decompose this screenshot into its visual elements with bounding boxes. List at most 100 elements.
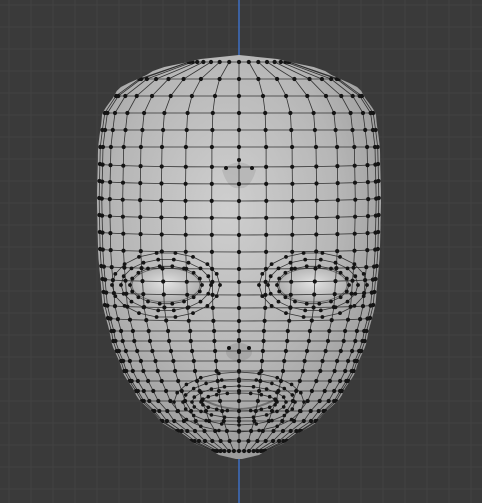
mesh-vertex[interactable] (236, 93, 242, 99)
mesh-vertex[interactable] (218, 283, 222, 287)
mesh-vertex[interactable] (146, 266, 150, 271)
mesh-vertex[interactable] (154, 315, 159, 319)
mesh-vertex[interactable] (268, 291, 273, 296)
mesh-vertex[interactable] (275, 390, 279, 395)
mesh-vertex[interactable] (222, 415, 227, 420)
mesh-vertex[interactable] (371, 110, 376, 116)
mesh-vertex[interactable] (283, 295, 288, 300)
mesh-vertex[interactable] (167, 338, 172, 344)
mesh-vertex[interactable] (116, 348, 121, 354)
mesh-vertex[interactable] (273, 403, 277, 407)
mesh-vertex[interactable] (257, 388, 262, 394)
mesh-vertex[interactable] (100, 247, 105, 252)
mesh-vertex[interactable] (154, 76, 159, 82)
mesh-vertex[interactable] (120, 180, 126, 185)
mesh-vertex[interactable] (227, 346, 231, 350)
mesh-vertex[interactable] (218, 438, 223, 444)
mesh-vertex[interactable] (329, 76, 334, 82)
mesh-vertex[interactable] (320, 315, 325, 319)
mesh-vertex[interactable] (364, 265, 369, 270)
mesh-vertex[interactable] (323, 348, 328, 354)
mesh-vertex[interactable] (373, 276, 378, 282)
mesh-vertex[interactable] (199, 375, 203, 380)
mesh-vertex[interactable] (199, 424, 203, 429)
mesh-vertex[interactable] (179, 428, 184, 434)
mesh-vertex[interactable] (211, 318, 216, 323)
mesh-vertex[interactable] (209, 249, 214, 254)
mesh-vertex[interactable] (123, 278, 128, 283)
mesh-vertex[interactable] (209, 198, 214, 203)
mesh-vertex[interactable] (368, 315, 373, 321)
mesh-vertex[interactable] (264, 164, 269, 169)
mesh-vertex[interactable] (183, 407, 188, 411)
mesh-vertex[interactable] (139, 76, 144, 82)
mesh-vertex[interactable] (366, 197, 371, 202)
mesh-vertex[interactable] (365, 163, 370, 168)
mesh-vertex[interactable] (108, 248, 113, 253)
mesh-vertex[interactable] (170, 301, 175, 306)
mesh-vertex[interactable] (344, 276, 349, 281)
mesh-vertex[interactable] (217, 76, 222, 82)
mesh-vertex[interactable] (255, 438, 260, 444)
mesh-vertex[interactable] (130, 368, 135, 374)
mesh-vertex[interactable] (350, 93, 355, 99)
mesh-vertex[interactable] (121, 274, 126, 279)
mesh-vertex[interactable] (202, 428, 207, 434)
mesh-vertex[interactable] (172, 418, 177, 424)
mesh-vertex[interactable] (159, 232, 164, 237)
mesh-vertex[interactable] (119, 328, 124, 334)
mesh-vertex[interactable] (270, 438, 276, 444)
mesh-vertex[interactable] (100, 213, 105, 218)
mesh-vertex[interactable] (139, 266, 144, 271)
mesh-vertex[interactable] (322, 388, 327, 394)
mesh-vertex[interactable] (132, 338, 137, 344)
mesh-vertex[interactable] (146, 378, 151, 384)
mesh-vertex[interactable] (352, 180, 358, 185)
mesh-vertex[interactable] (121, 163, 126, 168)
mesh-vertex[interactable] (307, 76, 312, 82)
mesh-vertex[interactable] (101, 264, 106, 269)
mesh-vertex[interactable] (146, 299, 150, 304)
mesh-vertex[interactable] (262, 318, 267, 323)
mesh-vertex[interactable] (343, 368, 348, 374)
mesh-vertex[interactable] (284, 255, 288, 259)
mesh-vertex[interactable] (112, 110, 118, 116)
mesh-vertex[interactable] (309, 388, 314, 394)
mesh-vertex[interactable] (335, 144, 340, 150)
mesh-vertex[interactable] (306, 338, 311, 344)
mesh-vertex[interactable] (346, 358, 351, 364)
mesh-vertex[interactable] (183, 144, 188, 150)
mesh-vertex[interactable] (356, 283, 360, 287)
mesh-vertex[interactable] (256, 76, 261, 82)
mesh-vertex[interactable] (210, 305, 215, 310)
mesh-vertex[interactable] (130, 328, 135, 334)
mesh-vertex[interactable] (288, 305, 293, 310)
mesh-vertex[interactable] (335, 249, 340, 254)
mesh-vertex[interactable] (260, 272, 265, 276)
mesh-vertex[interactable] (159, 144, 165, 150)
mesh-vertex[interactable] (209, 164, 214, 169)
mesh-vertex[interactable] (105, 303, 110, 308)
mesh-vertex[interactable] (312, 292, 317, 297)
mesh-vertex[interactable] (254, 422, 259, 426)
mesh-vertex[interactable] (151, 388, 156, 394)
mesh-vertex[interactable] (264, 59, 270, 65)
mesh-vertex[interactable] (237, 370, 241, 374)
mesh-vertex[interactable] (260, 294, 265, 298)
mesh-vertex[interactable] (288, 428, 293, 434)
mesh-vertex[interactable] (125, 110, 130, 116)
mesh-vertex[interactable] (183, 164, 188, 169)
mesh-vertex[interactable] (209, 387, 214, 391)
mesh-vertex[interactable] (121, 231, 126, 236)
mesh-vertex[interactable] (159, 198, 164, 203)
mesh-vertex[interactable] (269, 408, 275, 414)
mesh-vertex[interactable] (105, 110, 110, 116)
mesh-vertex[interactable] (144, 318, 149, 323)
mesh-vertex[interactable] (168, 93, 173, 99)
mesh-vertex[interactable] (123, 127, 128, 133)
mesh-vertex[interactable] (353, 197, 358, 202)
mesh-vertex[interactable] (157, 301, 162, 306)
mesh-vertex[interactable] (137, 255, 141, 259)
mesh-vertex[interactable] (283, 348, 288, 354)
mesh-vertex[interactable] (121, 248, 126, 253)
